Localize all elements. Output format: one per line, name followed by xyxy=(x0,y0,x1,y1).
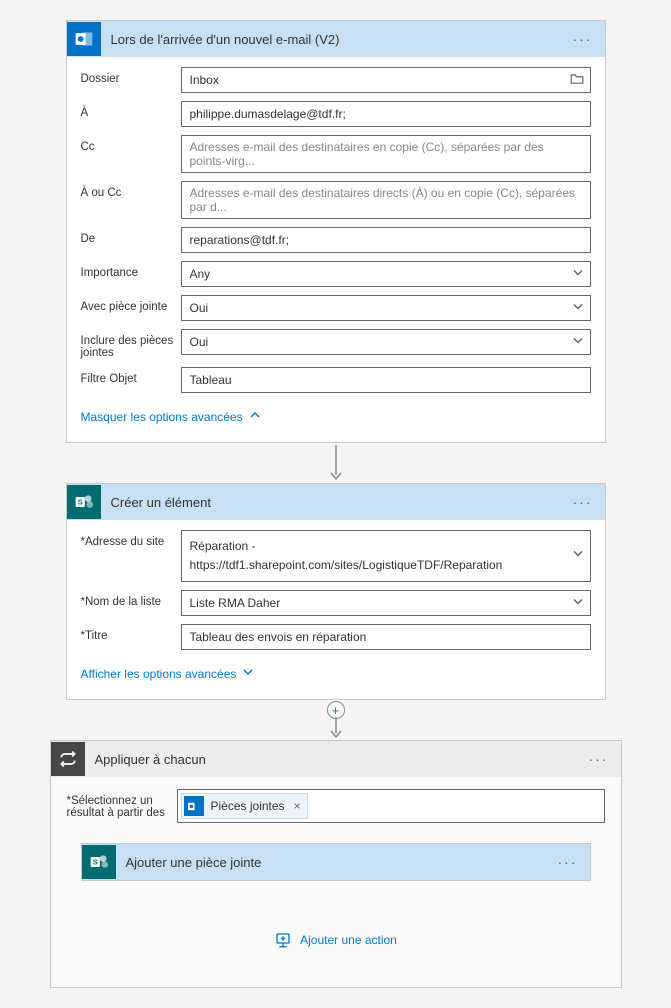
show-advanced-toggle[interactable]: Afficher les options avancées xyxy=(81,658,591,693)
to-input[interactable]: philippe.dumasdelage@tdf.fr; xyxy=(181,101,591,127)
site-label: Adresse du site xyxy=(81,530,181,548)
create-item-header[interactable]: S Créer un élément ··· xyxy=(67,484,605,520)
folder-input[interactable]: Inbox xyxy=(181,67,591,93)
chevron-down-icon xyxy=(572,301,584,316)
add-attachment-title: Ajouter une pièce jointe xyxy=(126,855,554,870)
select-output-input[interactable]: Pièces jointes × xyxy=(177,789,605,823)
cc-label: Cc xyxy=(81,135,181,153)
select-output-label: Sélectionnez un résultat à partir des xyxy=(67,789,177,819)
from-input[interactable]: reparations@tdf.fr; xyxy=(181,227,591,253)
trigger-menu-button[interactable]: ··· xyxy=(569,31,597,47)
apply-each-card: Appliquer à chacun ··· Sélectionnez un r… xyxy=(50,740,622,988)
chevron-down-icon xyxy=(572,547,584,566)
chevron-down-icon xyxy=(242,666,254,681)
create-item-menu-button[interactable]: ··· xyxy=(569,494,597,510)
importance-label: Importance xyxy=(81,261,181,279)
outlook-icon xyxy=(184,796,204,816)
folder-picker-icon[interactable] xyxy=(570,73,584,88)
importance-select[interactable]: Any xyxy=(181,261,591,287)
chevron-down-icon xyxy=(572,267,584,282)
list-label: Nom de la liste xyxy=(81,590,181,608)
sharepoint-icon: S xyxy=(82,845,116,879)
apply-each-menu-button[interactable]: ··· xyxy=(585,751,613,767)
create-item-title: Créer un élément xyxy=(111,495,569,510)
create-item-body: Adresse du site Réparation - https://tdf… xyxy=(67,520,605,699)
connector-add: + xyxy=(327,700,345,740)
svg-text:S: S xyxy=(77,498,82,507)
trigger-body: Dossier Inbox À philippe.dumasdelage@tdf… xyxy=(67,57,605,442)
site-select[interactable]: Réparation - https://tdf1.sharepoint.com… xyxy=(181,530,591,582)
cc-input[interactable]: Adresses e-mail des destinataires en cop… xyxy=(181,135,591,173)
trigger-card: Lors de l'arrivée d'un nouvel e-mail (V2… xyxy=(66,20,606,443)
add-action-button[interactable]: Ajouter une action xyxy=(67,881,605,969)
apply-each-body: Sélectionnez un résultat à partir des Pi… xyxy=(51,777,621,987)
folder-label: Dossier xyxy=(81,67,181,85)
add-attachment-card: S Ajouter une pièce jointe ··· xyxy=(81,843,591,881)
apply-each-title: Appliquer à chacun xyxy=(95,752,585,767)
add-attachment-menu-button[interactable]: ··· xyxy=(554,854,582,870)
from-label: De xyxy=(81,227,181,245)
subject-input[interactable]: Tableau xyxy=(181,367,591,393)
create-item-card: S Créer un élément ··· Adresse du site R… xyxy=(66,483,606,700)
attachments-token[interactable]: Pièces jointes × xyxy=(181,793,308,819)
to-label: À xyxy=(81,101,181,119)
trigger-title: Lors de l'arrivée d'un nouvel e-mail (V2… xyxy=(111,32,569,47)
titre-label: Titre xyxy=(81,624,181,642)
includeatt-select[interactable]: Oui xyxy=(181,329,591,355)
hasatt-label: Avec pièce jointe xyxy=(81,295,181,313)
trigger-header[interactable]: Lors de l'arrivée d'un nouvel e-mail (V2… xyxy=(67,21,605,57)
hide-advanced-toggle[interactable]: Masquer les options avancées xyxy=(81,401,591,436)
chevron-up-icon xyxy=(249,409,261,424)
apply-each-header[interactable]: Appliquer à chacun ··· xyxy=(51,741,621,777)
svg-text:S: S xyxy=(92,858,97,867)
sharepoint-icon: S xyxy=(67,485,101,519)
chevron-down-icon xyxy=(572,596,584,611)
hasatt-select[interactable]: Oui xyxy=(181,295,591,321)
titre-input[interactable]: Tableau des envois en réparation xyxy=(181,624,591,650)
add-action-icon xyxy=(274,931,292,949)
remove-token-button[interactable]: × xyxy=(294,799,301,813)
tocc-input[interactable]: Adresses e-mail des destinataires direct… xyxy=(181,181,591,219)
add-attachment-header[interactable]: S Ajouter une pièce jointe ··· xyxy=(82,844,590,880)
subject-label: Filtre Objet xyxy=(81,367,181,385)
connector-arrow xyxy=(328,443,344,483)
tocc-label: À ou Cc xyxy=(81,181,181,199)
list-select[interactable]: Liste RMA Daher xyxy=(181,590,591,616)
includeatt-label: Inclure des pièces jointes xyxy=(81,329,181,359)
chevron-down-icon xyxy=(572,335,584,350)
loop-icon xyxy=(51,742,85,776)
outlook-icon xyxy=(67,22,101,56)
